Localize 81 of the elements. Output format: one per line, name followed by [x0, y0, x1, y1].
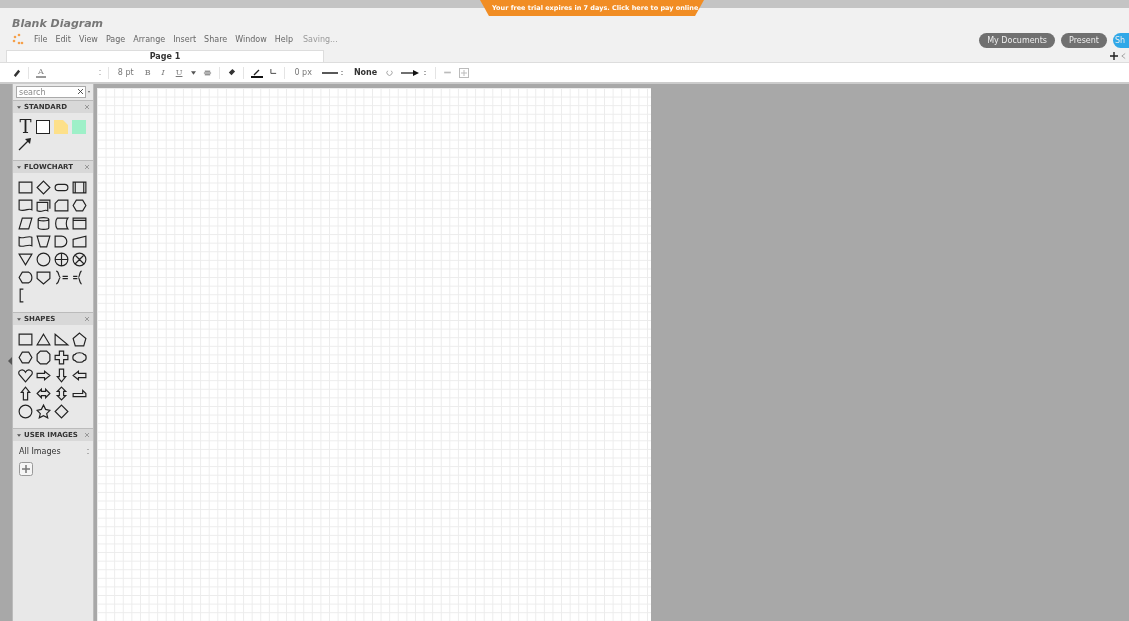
diamond-icon[interactable]	[35, 179, 52, 196]
down-arrow-icon[interactable]	[53, 367, 70, 384]
circle-plus-icon[interactable]	[53, 251, 70, 268]
save-status: Saving...	[303, 34, 338, 44]
rectangle-icon[interactable]	[35, 119, 51, 135]
shield-icon[interactable]	[35, 269, 52, 286]
strikethrough-icon[interactable]	[203, 69, 213, 76]
menu-item[interactable]: View	[78, 34, 98, 44]
vertical-double-arrow-icon[interactable]	[53, 385, 70, 402]
cloud-icon[interactable]	[71, 349, 88, 366]
menu-item[interactable]: Share	[204, 34, 228, 44]
page-tab[interactable]: Page 1	[6, 50, 324, 62]
octagon-icon[interactable]	[35, 349, 52, 366]
menu-item[interactable]: File	[34, 34, 48, 44]
predefined-process-icon[interactable]	[71, 215, 88, 232]
menu-item[interactable]: Window	[235, 34, 267, 44]
format-button[interactable]: U	[173, 68, 185, 77]
line-start-dropdown[interactable]: None	[351, 68, 380, 77]
line-color-icon[interactable]	[251, 67, 264, 78]
menu-item[interactable]: Insert	[173, 34, 197, 44]
manual-input-icon[interactable]	[71, 233, 88, 250]
document-icon[interactable]	[17, 197, 34, 214]
font-size-field[interactable]: 8 pt	[115, 68, 136, 77]
left-arrow-icon[interactable]	[71, 367, 88, 384]
menu-item[interactable]: Page	[105, 34, 126, 44]
menu-item[interactable]: Arrange	[133, 34, 166, 44]
up-arrow-icon[interactable]	[17, 385, 34, 402]
circle-x-icon[interactable]	[71, 251, 88, 268]
star-icon[interactable]	[35, 403, 52, 420]
connector-icon[interactable]	[270, 69, 278, 76]
eraser-icon[interactable]	[12, 68, 21, 77]
triangle-icon[interactable]	[35, 331, 52, 348]
brace-annotation-icon[interactable]	[53, 269, 70, 286]
menu-item[interactable]: Edit	[55, 34, 71, 44]
add-page-icon[interactable]	[1110, 52, 1118, 60]
menu-item[interactable]: Help	[274, 34, 293, 44]
card-icon[interactable]	[53, 197, 70, 214]
display-icon[interactable]	[17, 269, 34, 286]
text-color-button[interactable]: A	[36, 67, 46, 78]
stored-data-icon[interactable]	[53, 215, 70, 232]
caret-icon[interactable]	[17, 165, 21, 169]
triangle-icon[interactable]	[17, 251, 34, 268]
hexagon-icon[interactable]	[71, 197, 88, 214]
caret-icon[interactable]	[17, 105, 21, 109]
caret-icon[interactable]	[17, 317, 21, 321]
double-arrow-icon[interactable]	[35, 385, 52, 402]
search-field[interactable]: search	[16, 86, 86, 98]
format-button[interactable]: I	[159, 68, 167, 77]
diamond-icon[interactable]	[53, 403, 70, 420]
close-icon[interactable]	[78, 89, 83, 94]
collapse-arrow-icon[interactable]	[8, 357, 12, 365]
right-triangle-icon[interactable]	[53, 331, 70, 348]
trapezoid-icon[interactable]	[35, 233, 52, 250]
line-style-icon[interactable]	[320, 69, 345, 76]
hexagon-icon[interactable]	[17, 349, 34, 366]
caret-icon[interactable]	[17, 433, 21, 437]
tape-icon[interactable]	[17, 233, 34, 250]
cylinder-icon[interactable]	[35, 215, 52, 232]
header-button[interactable]: Present	[1061, 33, 1107, 48]
pentagon-icon[interactable]	[71, 331, 88, 348]
line-width-field[interactable]: 0 px	[292, 68, 314, 77]
process-icon[interactable]	[71, 179, 88, 196]
right-arrow-icon[interactable]	[35, 367, 52, 384]
document-title[interactable]: Blank Diagram	[12, 17, 338, 30]
add-image-icon[interactable]	[19, 462, 33, 476]
rectangle-icon[interactable]	[17, 179, 34, 196]
image-source-dropdown[interactable]: All Images	[19, 447, 89, 456]
rectangle-icon[interactable]	[17, 331, 34, 348]
heart-icon[interactable]	[17, 367, 34, 384]
delay-icon[interactable]	[53, 233, 70, 250]
cross-icon[interactable]	[53, 349, 70, 366]
line-arrow-icon[interactable]	[17, 136, 33, 152]
parallelogram-icon[interactable]	[17, 215, 34, 232]
caret-icon[interactable]	[88, 90, 90, 94]
arrow-end-icon[interactable]	[400, 68, 429, 77]
fill-bucket-icon[interactable]	[227, 68, 237, 77]
format-button[interactable]: B	[142, 68, 153, 77]
documents-icon[interactable]	[35, 197, 52, 214]
text-tool[interactable]: T	[17, 119, 34, 135]
caret-icon[interactable]	[191, 70, 197, 75]
header-button[interactable]: My Documents	[979, 33, 1055, 48]
